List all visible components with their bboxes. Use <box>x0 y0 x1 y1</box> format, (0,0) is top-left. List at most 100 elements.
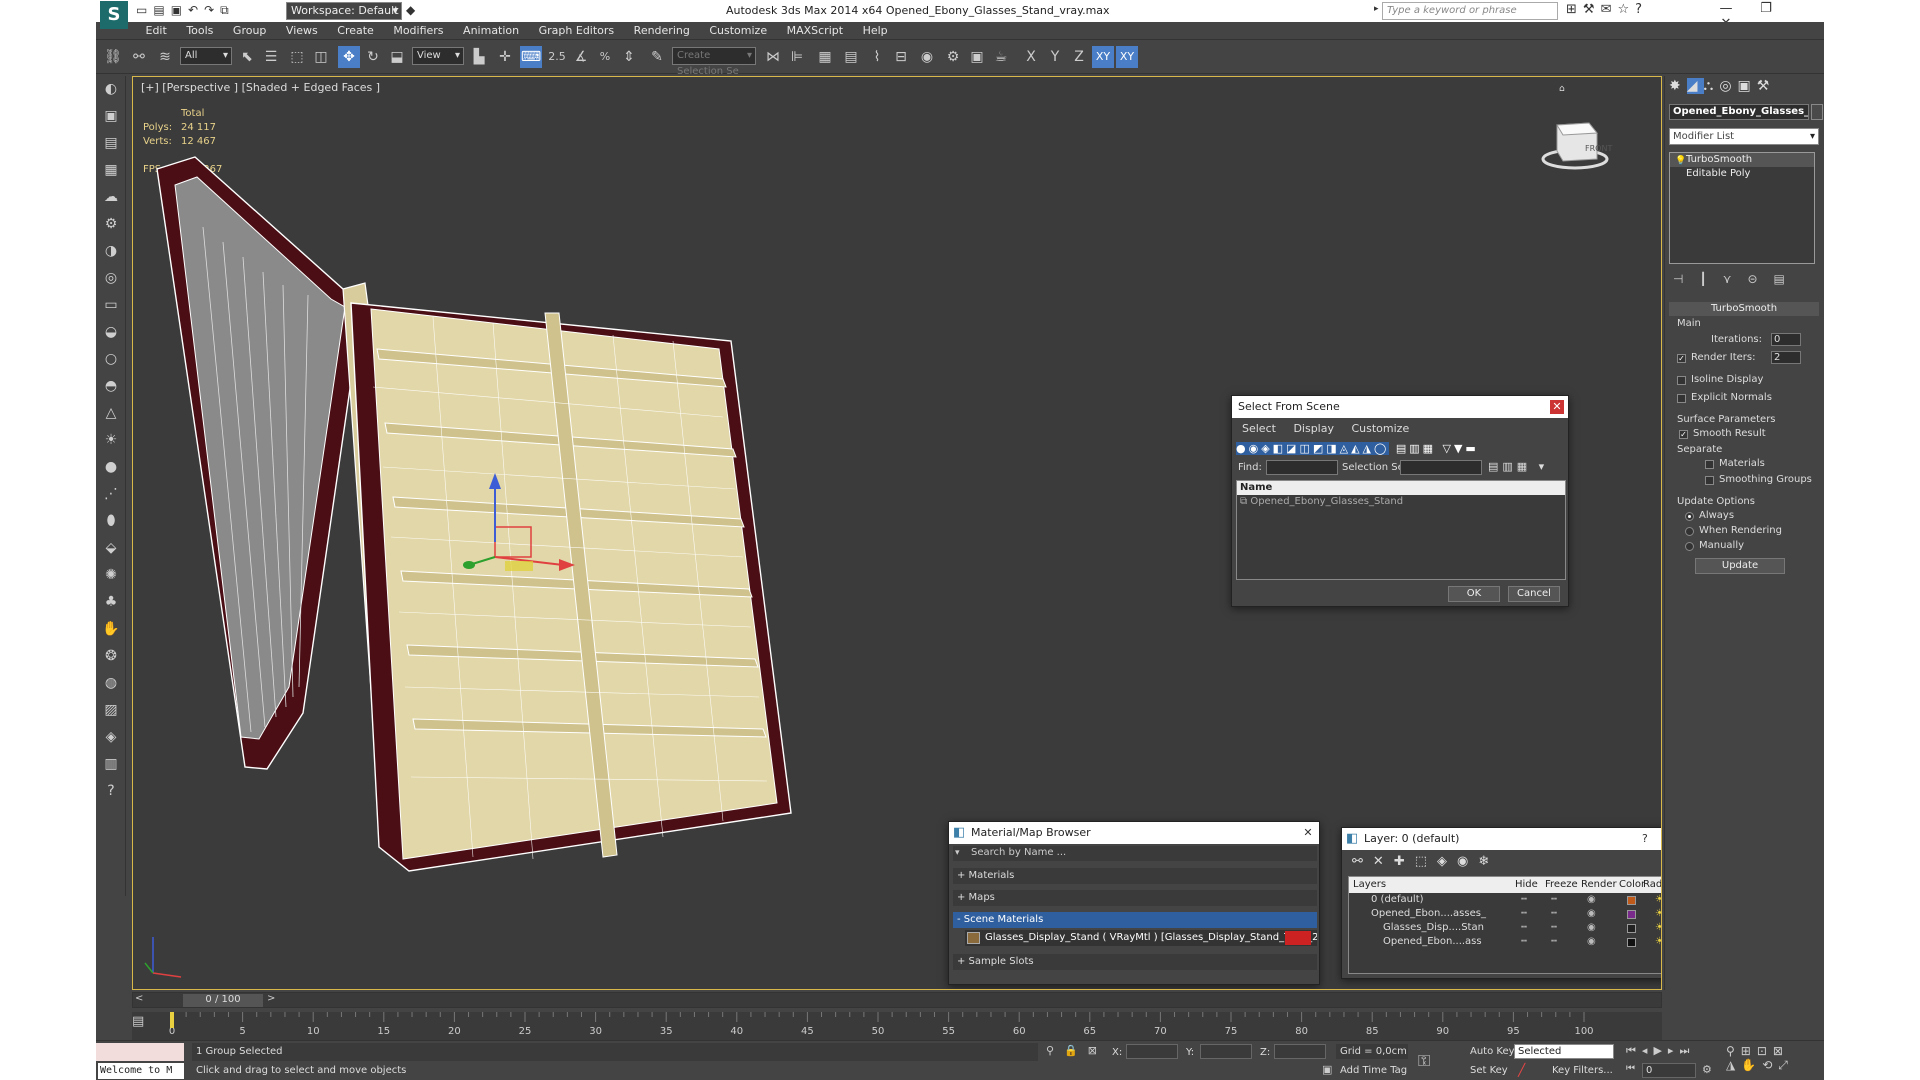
bulb-icon[interactable]: 💡 <box>1675 156 1686 166</box>
viewcube-home-icon[interactable]: ⌂ <box>1559 84 1565 94</box>
isolate-icon[interactable]: ⚲ <box>1046 1044 1064 1057</box>
pan-icon[interactable]: ✋ <box>1741 1058 1762 1072</box>
select-menu-customize[interactable]: Customize <box>1351 422 1409 435</box>
stack-item-turbosmooth[interactable]: TurboSmooth <box>1670 153 1814 167</box>
when-rendering-radio[interactable] <box>1685 527 1694 536</box>
bind-spacewarp-icon[interactable]: ≋ <box>154 46 176 68</box>
pin-stack-icon[interactable]: ⊣ <box>1673 272 1699 286</box>
layer-color-swatch[interactable] <box>1627 938 1636 947</box>
modify-tab-icon[interactable]: ◢ <box>1686 78 1704 94</box>
workspace-options-icon[interactable]: ◆ <box>406 3 415 17</box>
toolbar-icon-25[interactable]: ◈ <box>96 724 126 751</box>
maxscript-listener-mini[interactable] <box>96 1043 184 1061</box>
layer-row[interactable]: Opened_Ebon....ass ┅ ┅ ◉ ☀ <box>1349 935 1661 949</box>
x-coord-field[interactable] <box>1126 1044 1178 1059</box>
key-mode-icon[interactable]: ⏮ <box>1626 1063 1635 1074</box>
radiosity-icon[interactable]: ☀ <box>1655 921 1661 935</box>
set-key-button[interactable]: Set Key <box>1470 1065 1508 1076</box>
subscription-icon[interactable]: ⚒ <box>1583 2 1601 17</box>
hide-toggle[interactable]: ┅ <box>1521 907 1527 921</box>
make-unique-icon[interactable]: ⋎ <box>1723 272 1748 286</box>
manually-radio[interactable] <box>1685 542 1694 551</box>
menu-maxscript[interactable]: MAXScript <box>779 22 851 39</box>
open-icon[interactable]: ▤ <box>153 3 164 17</box>
toolbar-icon-21[interactable]: ✋ <box>96 616 126 643</box>
toolbar-icon-4[interactable]: ▦ <box>96 157 126 184</box>
hierarchy-tab-icon[interactable]: ⛬ <box>1704 78 1720 94</box>
layer-row[interactable]: 0 (default) ┅ ┅ ◉ ☀ <box>1349 893 1661 907</box>
menu-create[interactable]: Create <box>329 22 382 39</box>
freeze-toggle[interactable]: ┅ <box>1551 893 1557 907</box>
material-editor-icon[interactable]: ◉ <box>916 46 938 68</box>
render-frame-icon[interactable]: ▣ <box>966 46 988 68</box>
delete-layer-icon[interactable]: ✕ <box>1373 854 1394 869</box>
toolbar-icon-16[interactable]: ⋰ <box>96 481 126 508</box>
select-manipulate-icon[interactable]: ✛ <box>494 46 516 68</box>
select-menu-select[interactable]: Select <box>1242 422 1276 435</box>
materials-checkbox[interactable] <box>1705 460 1714 469</box>
find-input[interactable] <box>1266 460 1338 475</box>
window-crossing-icon[interactable]: ◫ <box>310 46 332 68</box>
mirror-icon[interactable]: ⋈ <box>762 46 784 68</box>
menu-modifiers[interactable]: Modifiers <box>385 22 451 39</box>
search-options-icon[interactable]: ▾ <box>955 848 960 858</box>
menu-views[interactable]: Views <box>278 22 326 39</box>
spinner-snap-icon[interactable]: ⇕ <box>618 46 640 68</box>
axis-x-button[interactable]: X <box>1020 46 1042 68</box>
render-toggle[interactable]: ◉ <box>1587 921 1596 935</box>
menu-edit[interactable]: Edit <box>138 22 175 39</box>
object-name-field[interactable]: Opened_Ebony_Glasses_ <box>1669 104 1809 120</box>
freeze-toggle[interactable]: ┅ <box>1551 921 1557 935</box>
app-logo-button[interactable]: S <box>100 1 128 29</box>
time-slider-thumb[interactable]: 0 / 100 <box>183 994 263 1007</box>
perspective-viewport[interactable]: [+] [Perspective ] [Shaded + Edged Faces… <box>132 76 1662 990</box>
toolbar-icon-3[interactable]: ▤ <box>96 130 126 157</box>
curve-editor-icon[interactable]: ⌇ <box>866 46 888 68</box>
project-icon[interactable]: ⧉ <box>220 3 229 17</box>
render-production-icon[interactable]: ☕ <box>990 46 1012 68</box>
select-all-icon[interactable]: ▤▥▦ <box>1396 442 1436 455</box>
radiosity-icon[interactable]: ☀ <box>1655 893 1661 907</box>
scene-materials-group[interactable]: - Scene Materials <box>953 912 1317 928</box>
object-color-swatch[interactable] <box>1811 104 1823 120</box>
zoom-icon[interactable]: ⚲ <box>1726 1044 1741 1058</box>
reference-coordinate-dropdown[interactable]: View <box>412 47 464 65</box>
toolbar-icon-14[interactable]: ☀ <box>96 427 126 454</box>
fov-icon[interactable]: ◮ <box>1726 1058 1741 1072</box>
display-options-icon[interactable]: ▽▼▬ <box>1443 442 1479 455</box>
workspace-dropdown[interactable]: Workspace: Default <box>286 2 402 20</box>
select-move-icon[interactable]: ✥ <box>338 46 360 68</box>
mini-curve-editor-icon[interactable]: ▤ <box>132 1014 144 1029</box>
col-radiosity[interactable]: Radiosity <box>1643 877 1661 893</box>
named-selection-dropdown[interactable]: Create Selection Se <box>672 47 756 77</box>
render-setup-icon[interactable]: ⚙ <box>942 46 964 68</box>
motion-tab-icon[interactable]: ◎ <box>1719 78 1737 94</box>
prev-frame-icon[interactable]: ◂ <box>1642 1044 1654 1057</box>
undo-icon[interactable]: ↶ <box>188 3 198 17</box>
align-icon[interactable]: ⊫ <box>786 46 808 68</box>
percent-snap-icon[interactable]: % <box>594 46 616 68</box>
hide-toggle[interactable]: ┅ <box>1521 935 1527 949</box>
absolute-mode-icon[interactable]: ⊠ <box>1088 1044 1107 1057</box>
toolbar-icon-12[interactable]: ◓ <box>96 373 126 400</box>
select-rotate-icon[interactable]: ↻ <box>362 46 384 68</box>
selection-filter-dropdown[interactable]: All <box>180 47 232 65</box>
toolbar-icon-9[interactable]: ▭ <box>96 292 126 319</box>
cancel-button[interactable]: Cancel <box>1508 586 1560 602</box>
favorites-icon[interactable]: ☆ <box>1617 2 1635 17</box>
col-hide[interactable]: Hide <box>1515 877 1538 893</box>
scene-material-item[interactable]: Glasses_Display_Stand ( VRayMtl ) [Glass… <box>965 930 1317 946</box>
highlight-layer-icon[interactable]: ◈ <box>1437 854 1457 869</box>
select-in-layer-icon[interactable]: ⬚ <box>1415 854 1437 869</box>
schematic-view-icon[interactable]: ⊟ <box>890 46 912 68</box>
explicit-normals-checkbox[interactable] <box>1677 394 1686 403</box>
col-layers[interactable]: Layers <box>1353 877 1386 893</box>
key-selection-dropdown[interactable]: Selected <box>1514 1044 1614 1059</box>
communication-icon[interactable]: ✉ <box>1601 2 1618 17</box>
configure-sets-icon[interactable]: ▤ <box>1774 272 1801 286</box>
isoline-checkbox[interactable] <box>1677 376 1686 385</box>
snaps-toggle-icon[interactable]: 2.5 <box>546 46 568 68</box>
search-input[interactable]: Type a keyword or phrase <box>1382 2 1558 20</box>
redo-icon[interactable]: ↷ <box>204 3 214 17</box>
toolbar-icon-2[interactable]: ▣ <box>96 103 126 130</box>
